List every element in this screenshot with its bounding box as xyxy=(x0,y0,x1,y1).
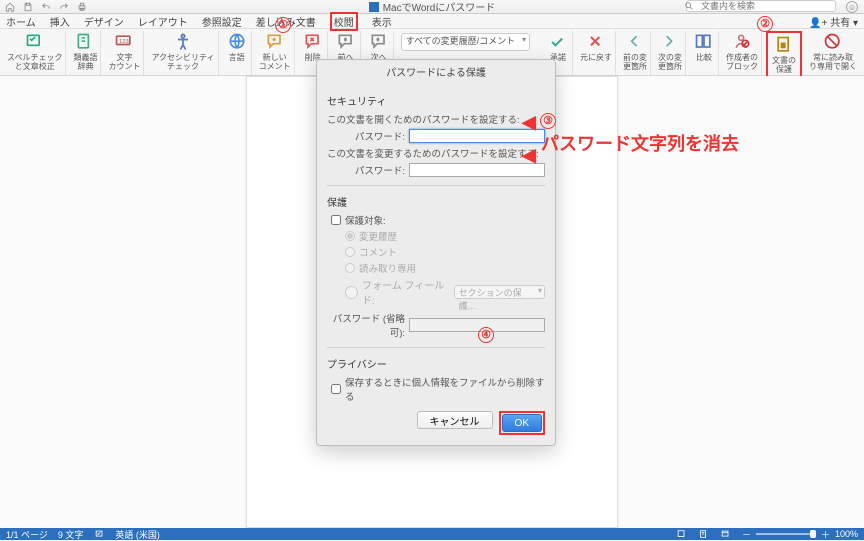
ribbon-next-change[interactable]: 次の変 更箇所 xyxy=(655,31,686,75)
zoom-slider[interactable] xyxy=(756,533,816,535)
ribbon-protect-document[interactable]: 文書の 保護 xyxy=(769,34,799,78)
ribbon-new-comment[interactable]: 新しい コメント xyxy=(256,31,295,75)
radio-trackchanges xyxy=(345,231,355,241)
ribbon-thesaurus[interactable]: 類義語 辞典 xyxy=(70,31,101,75)
ribbon-compare[interactable]: 比較 xyxy=(690,31,719,75)
search-input[interactable] xyxy=(686,0,836,12)
share-button[interactable]: 👤+ 共有 ▾ xyxy=(809,14,858,29)
radio-comments xyxy=(345,247,355,257)
password-dialog: パスワードによる保護 セキュリティ この文書を開くためのパスワードを設定する: … xyxy=(316,59,556,446)
annotation-1: ① xyxy=(275,15,291,33)
view-focus-icon[interactable] xyxy=(676,529,688,539)
modify-password-label: パスワード: xyxy=(327,163,409,177)
arrow-3b: ◀ xyxy=(522,145,536,166)
ribbon-block-author[interactable]: 作成者の ブロック xyxy=(723,31,762,75)
feedback-icon[interactable]: ☺ xyxy=(846,1,858,13)
zoom-out[interactable]: － xyxy=(742,528,751,541)
status-words[interactable]: 9 文字 xyxy=(58,528,84,541)
radio-readonly xyxy=(345,263,355,273)
ribbon-readonly[interactable]: 常に読み取 り専用で開く xyxy=(806,31,860,75)
view-web-icon[interactable] xyxy=(720,529,732,539)
tab-view[interactable]: 表示 xyxy=(372,14,392,29)
zoom-control[interactable]: － ＋ 100% xyxy=(742,528,858,541)
status-language[interactable]: 英語 (米国) xyxy=(115,528,160,541)
tab-review[interactable]: 校閲 xyxy=(330,12,358,31)
optional-password-label: パスワード (省略可): xyxy=(327,311,409,339)
modify-password-text: この文書を変更するためのパスワードを設定する: xyxy=(327,146,545,160)
tab-design[interactable]: デザイン xyxy=(84,14,124,29)
annotation-2: ② xyxy=(757,14,773,32)
view-print-icon[interactable] xyxy=(698,529,710,539)
optional-password-input xyxy=(409,318,545,332)
section-security: セキュリティ xyxy=(327,93,545,108)
annotation-4: ④ xyxy=(478,325,494,343)
ribbon-prev-change[interactable]: 前の変 更箇所 xyxy=(620,31,651,75)
word-doc-icon xyxy=(369,2,379,12)
open-password-text: この文書を開くためのパスワードを設定する: xyxy=(327,112,545,126)
zoom-level[interactable]: 100% xyxy=(835,529,858,539)
ok-button[interactable]: OK xyxy=(502,414,542,432)
ribbon-protect-highlight: 文書の 保護 xyxy=(766,31,802,81)
ribbon-spellcheck[interactable]: スペルチェック と文章校正 xyxy=(4,31,66,75)
section-protect: 保護 xyxy=(327,194,545,209)
status-bar: 1/1 ページ 9 文字 英語 (米国) － ＋ 100% xyxy=(0,528,864,540)
dialog-title: パスワードによる保護 xyxy=(317,60,555,83)
status-pages[interactable]: 1/1 ページ xyxy=(6,528,48,541)
ribbon-tabs: ホーム 挿入 デザイン レイアウト 参照設定 差し込み文書 校閲 表示 👤+ 共… xyxy=(0,14,864,29)
ribbon-reject[interactable]: 元に戻す xyxy=(577,31,616,75)
ok-highlight: OK xyxy=(499,411,545,435)
privacy-checkbox[interactable] xyxy=(331,384,341,394)
svg-text:123: 123 xyxy=(119,39,129,45)
titlebar: MacでWordにパスワード ☺ xyxy=(0,0,864,14)
tab-insert[interactable]: 挿入 xyxy=(50,14,70,29)
ribbon-language[interactable]: 言語 xyxy=(223,31,252,75)
search-icon xyxy=(684,1,694,11)
formfield-sections-dd: セクションの保護... xyxy=(454,285,545,299)
protect-target-checkbox[interactable] xyxy=(331,215,341,225)
ribbon-accessibility[interactable]: アクセシビリティ チェック xyxy=(148,31,218,75)
arrow-3a: ◀ xyxy=(522,112,536,133)
section-privacy: プライバシー xyxy=(327,356,545,371)
ribbon-wordcount[interactable]: 123文字 カウント xyxy=(105,31,144,75)
tab-home[interactable]: ホーム xyxy=(6,14,36,29)
window-title: MacでWordにパスワード xyxy=(383,0,496,14)
radio-formfields xyxy=(345,286,358,299)
open-password-label: パスワード: xyxy=(327,129,409,143)
annotation-3-text: パスワード文字列を消去 xyxy=(541,130,739,156)
zoom-in[interactable]: ＋ xyxy=(821,528,830,541)
tab-references[interactable]: 参照設定 xyxy=(202,14,242,29)
annotation-3: ③ xyxy=(540,111,556,129)
cancel-button[interactable]: キャンセル xyxy=(417,411,493,429)
tab-layout[interactable]: レイアウト xyxy=(138,14,188,29)
status-spellcheck-icon[interactable] xyxy=(93,529,105,539)
